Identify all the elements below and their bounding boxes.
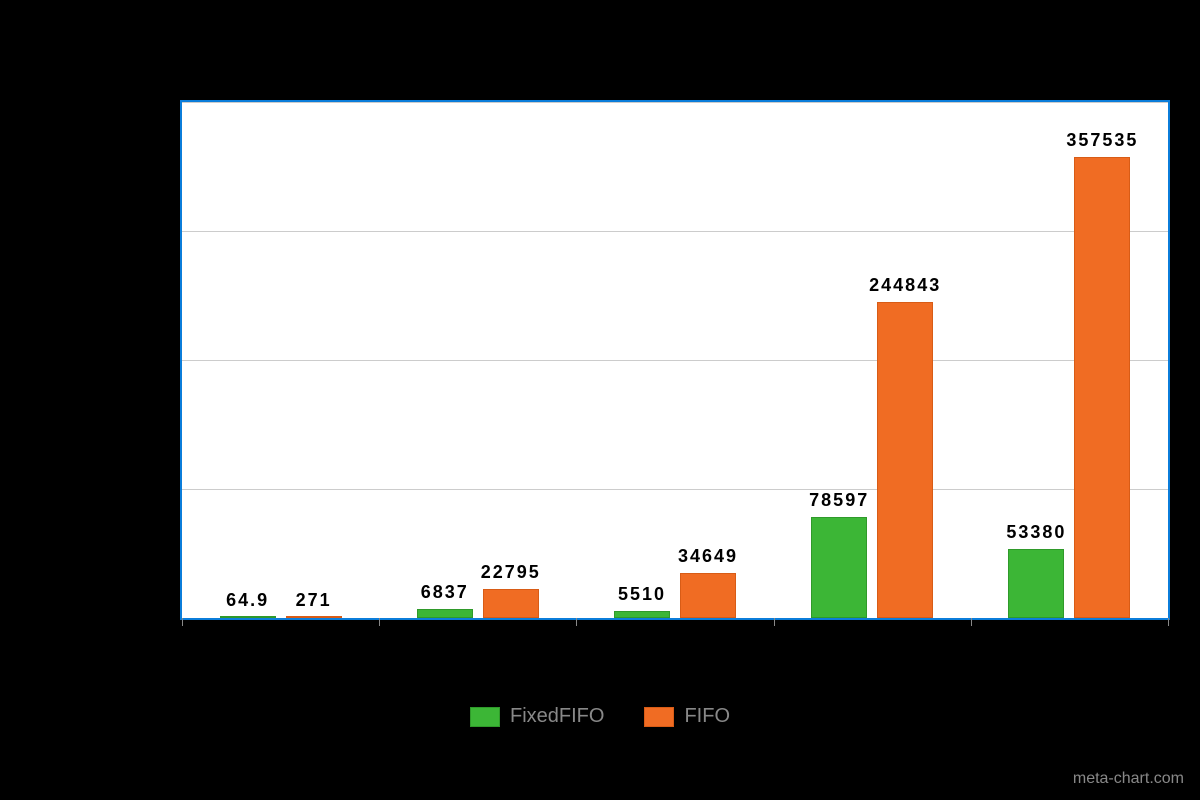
x-tick bbox=[971, 618, 972, 626]
legend-swatch-fifo bbox=[644, 707, 674, 727]
bar-fixedfifo-4 bbox=[1008, 549, 1064, 618]
grid-line bbox=[182, 489, 1168, 490]
grid-line bbox=[182, 231, 1168, 232]
bar-label-fixedfifo-3: 78597 bbox=[809, 490, 869, 511]
bar-fixedfifo-1 bbox=[417, 609, 473, 618]
bar-label-fixedfifo-2: 5510 bbox=[618, 584, 666, 605]
bar-fixedfifo-0 bbox=[220, 616, 276, 618]
bar-label-fifo-2: 34649 bbox=[678, 546, 738, 567]
grid-line bbox=[182, 102, 1168, 103]
legend-label: FIFO bbox=[684, 705, 730, 728]
bar-fifo-1 bbox=[483, 589, 539, 618]
bar-label-fixedfifo-4: 53380 bbox=[1006, 522, 1066, 543]
x-tick bbox=[1168, 618, 1169, 626]
legend-item-fifo: FIFO bbox=[644, 705, 730, 728]
legend-swatch-fixedfifo bbox=[470, 707, 500, 727]
bar-label-fixedfifo-1: 6837 bbox=[421, 582, 469, 603]
legend: FixedFIFO FIFO bbox=[0, 705, 1200, 728]
bar-fixedfifo-3 bbox=[811, 517, 867, 618]
plot-area: 64.9 271 6837 22795 5510 34649 78597 244843 5338… bbox=[182, 102, 1168, 618]
bar-label-fifo-1: 22795 bbox=[481, 562, 541, 583]
legend-item-fixedfifo: FixedFIFO bbox=[470, 705, 604, 728]
bar-label-fixedfifo-0: 64.9 bbox=[226, 590, 269, 611]
legend-label: FixedFIFO bbox=[510, 705, 604, 728]
bar-label-fifo-3: 244843 bbox=[869, 275, 941, 296]
attribution-text: meta-chart.com bbox=[1073, 770, 1184, 788]
bar-fixedfifo-2 bbox=[614, 611, 670, 618]
x-tick bbox=[774, 618, 775, 626]
bar-label-fifo-4: 357535 bbox=[1066, 130, 1138, 151]
x-tick bbox=[182, 618, 183, 626]
bar-label-fifo-0: 271 bbox=[296, 590, 332, 611]
x-tick bbox=[576, 618, 577, 626]
chart-area: 64.9 271 6837 22795 5510 34649 78597 244843 5338… bbox=[180, 100, 1170, 620]
bar-fifo-0 bbox=[286, 616, 342, 618]
x-tick bbox=[379, 618, 380, 626]
bar-fifo-4 bbox=[1074, 157, 1130, 618]
grid-line bbox=[182, 360, 1168, 361]
bar-fifo-2 bbox=[680, 573, 736, 618]
bar-fifo-3 bbox=[877, 302, 933, 618]
